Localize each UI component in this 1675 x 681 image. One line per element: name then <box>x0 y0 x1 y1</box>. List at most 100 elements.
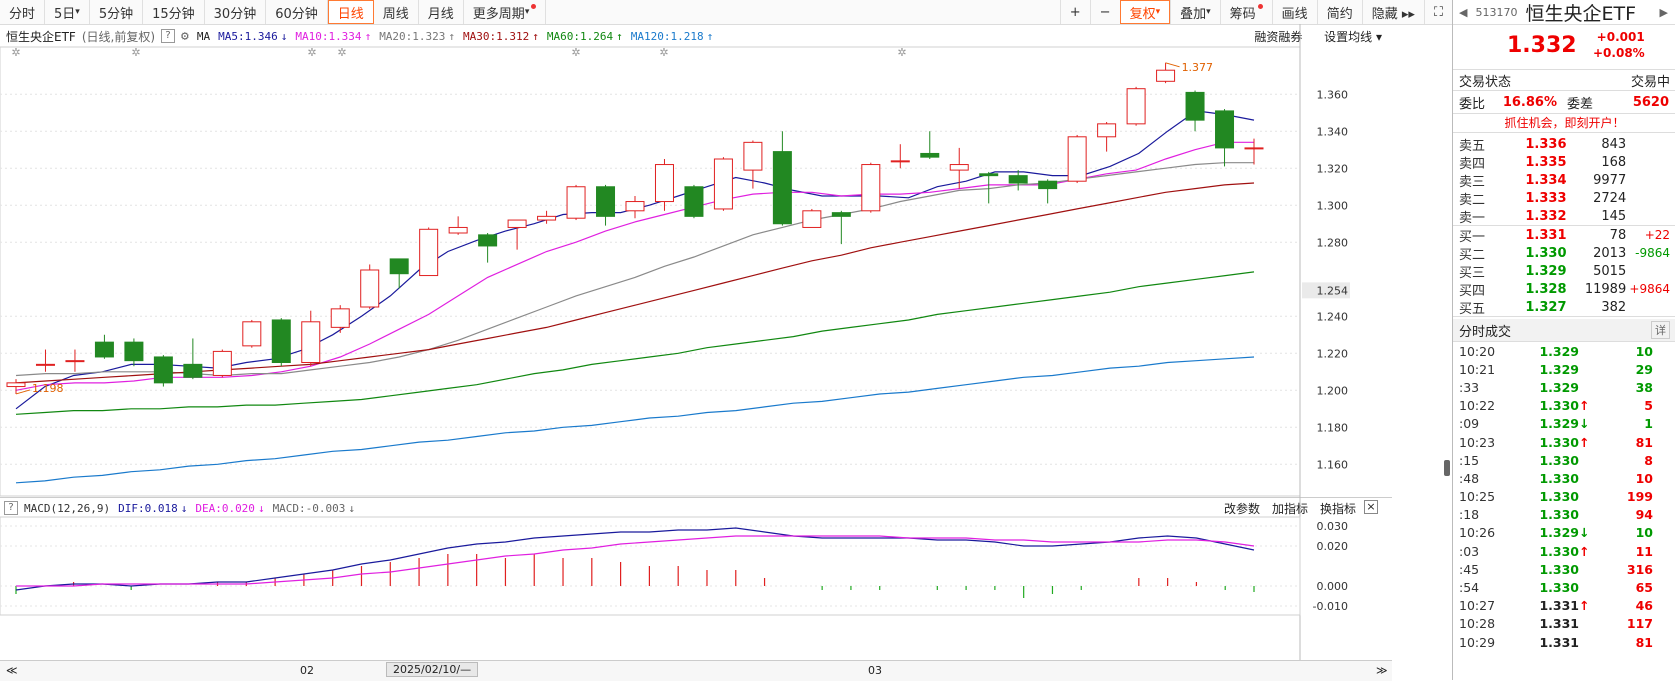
candle-body <box>419 228 439 277</box>
right-toolbar-button-8[interactable]: ⛶ <box>1423 0 1452 24</box>
asks-row[interactable]: 卖三 1.334 9977 <box>1453 171 1675 190</box>
asks-volume: 168 <box>1601 154 1627 170</box>
bids-row[interactable]: 买二 1.330 2013 -9864 <box>1453 244 1675 263</box>
tick-row: 10:20 1.329 10 <box>1453 342 1675 360</box>
candle-body <box>6 382 26 388</box>
tick-time: 10:25 <box>1459 489 1496 505</box>
macd-y-tick-label: 0.020 <box>1317 540 1349 553</box>
tick-arrow-icon: ↓ <box>1579 416 1590 432</box>
candle-body <box>360 269 380 308</box>
tick-price: 1.330 <box>1539 561 1579 577</box>
tick-volume: 316 <box>1626 561 1653 577</box>
tick-row: :18 1.330 94 <box>1453 506 1675 524</box>
event-star-icon: ✲ <box>131 46 140 59</box>
candle-body <box>478 234 498 247</box>
prev-security-icon[interactable]: ◀ <box>1459 6 1467 19</box>
price-change: +0.001 +0.08% <box>1593 29 1645 61</box>
macd-y-tick-label: 0.000 <box>1317 580 1349 593</box>
candle-body <box>890 160 910 163</box>
tick-price: 1.329 <box>1539 343 1579 359</box>
candle-body <box>1215 110 1235 149</box>
scroll-left-icon[interactable]: ≪ <box>6 664 18 677</box>
candle-body <box>979 173 999 177</box>
macd-y-tick-label: 0.030 <box>1317 520 1349 533</box>
bids-label: 买四 <box>1459 283 1486 299</box>
tick-arrow-icon: ↑ <box>1579 434 1590 450</box>
candle-body <box>448 226 468 234</box>
month-label-mar: 03 <box>868 664 882 677</box>
candle-body <box>94 341 114 358</box>
tick-price: 1.329 <box>1539 361 1579 377</box>
tick-time: :15 <box>1459 452 1480 468</box>
bids-label: 买二 <box>1459 247 1486 263</box>
macd-dea-line <box>16 535 1255 587</box>
tick-price: 1.330 <box>1539 507 1579 523</box>
tick-time: 10:23 <box>1459 434 1496 450</box>
macd-y-tick-label: -0.010 <box>1313 600 1348 613</box>
candle-body <box>330 308 350 328</box>
panel-collapse-handle[interactable] <box>1444 460 1450 476</box>
event-star-icon: ✲ <box>659 46 668 59</box>
candle-body <box>1185 91 1205 121</box>
scroll-right-icon[interactable]: ≫ <box>1376 664 1388 677</box>
tick-price: 1.330 <box>1539 398 1579 414</box>
bids-row[interactable]: 买四 1.328 11989 +9864 <box>1453 280 1675 299</box>
bids-label: 买三 <box>1459 265 1486 281</box>
tick-time: :45 <box>1459 561 1480 577</box>
quote-panel: ◀ 513170 恒生央企ETF ▶ 1.332 +0.001 +0.08% 交… <box>1452 0 1675 680</box>
event-star-icon: ✲ <box>307 46 316 59</box>
quote-header: ◀ 513170 恒生央企ETF ▶ <box>1453 0 1675 25</box>
tick-volume: 5 <box>1644 398 1653 414</box>
change-percent: +0.08% <box>1593 46 1645 60</box>
asks-volume: 843 <box>1601 136 1627 152</box>
asks-row[interactable]: 卖二 1.333 2724 <box>1453 189 1675 208</box>
tick-row: :45 1.330 316 <box>1453 560 1675 578</box>
tick-price: 1.330 <box>1539 434 1579 450</box>
open-account-link[interactable]: 抓住机会，即刻开户！ <box>1453 114 1675 133</box>
tick-price: 1.329 <box>1539 379 1579 395</box>
event-star-icon: ✲ <box>571 46 580 59</box>
tick-row: 10:26 1.329 ↓ 10 <box>1453 524 1675 542</box>
tick-price: 1.330 <box>1539 470 1579 486</box>
asks-row[interactable]: 卖四 1.335 168 <box>1453 153 1675 172</box>
tick-time: 10:22 <box>1459 398 1496 414</box>
next-security-icon[interactable]: ▶ <box>1660 6 1668 19</box>
weicha-label: 委差 <box>1567 96 1594 112</box>
tick-price: 1.331 <box>1539 598 1579 614</box>
tick-row: 10:28 1.331 117 <box>1453 615 1675 633</box>
tick-price: 1.330 <box>1539 543 1579 559</box>
tick-time: :33 <box>1459 379 1480 395</box>
order-ratio-row: 委比 16.86% 委差 5620 <box>1453 91 1675 114</box>
asks-label: 卖三 <box>1459 174 1486 190</box>
candle-body <box>596 186 616 217</box>
candle-body <box>654 164 674 203</box>
tick-time: :48 <box>1459 470 1480 486</box>
asks-row[interactable]: 卖一 1.332 145 <box>1453 207 1675 226</box>
cursor-date-label: 2025/02/10/— <box>386 662 479 677</box>
candle-body <box>713 158 733 210</box>
asks-volume: 9977 <box>1593 172 1627 188</box>
y-tick-label: 1.240 <box>1317 310 1349 323</box>
tick-volume: 65 <box>1635 580 1653 596</box>
bid-book: 买一 1.331 78 +22 买二 1.330 2013 -9864 买三 1.329 5015 买… <box>1453 226 1675 317</box>
bids-row[interactable]: 买三 1.329 5015 <box>1453 262 1675 281</box>
tick-row: :09 1.329 ↓ 1 <box>1453 415 1675 433</box>
kline-chart[interactable]: 1.160 1.180 1.200 1.220 1.240 1.254 1.280 1.300… <box>0 0 1392 660</box>
bids-row[interactable]: 买五 1.327 382 <box>1453 298 1675 317</box>
asks-row[interactable]: 卖五 1.336 843 <box>1453 135 1675 154</box>
ticks-detail-button[interactable]: 详 <box>1651 321 1670 339</box>
bids-row[interactable]: 买一 1.331 78 +22 <box>1453 226 1675 245</box>
y-tick-label: 1.300 <box>1317 199 1349 212</box>
bids-volume: 78 <box>1609 227 1627 243</box>
asks-label: 卖五 <box>1459 138 1486 154</box>
candle-body <box>35 363 55 366</box>
asks-price: 1.332 <box>1525 208 1567 224</box>
tick-volume: 94 <box>1635 507 1653 523</box>
security-title: 恒生央企ETF <box>1525 2 1637 25</box>
tick-list[interactable]: 10:20 1.329 10 10:21 1.329 29:33 1.329 38 10:22 1… <box>1453 342 1675 651</box>
candle-body <box>507 219 527 228</box>
tick-time: 10:27 <box>1459 598 1496 614</box>
trade-status-label: 交易状态 <box>1459 74 1512 90</box>
candle-body <box>1126 88 1146 125</box>
bids-volume: 5015 <box>1593 263 1627 279</box>
